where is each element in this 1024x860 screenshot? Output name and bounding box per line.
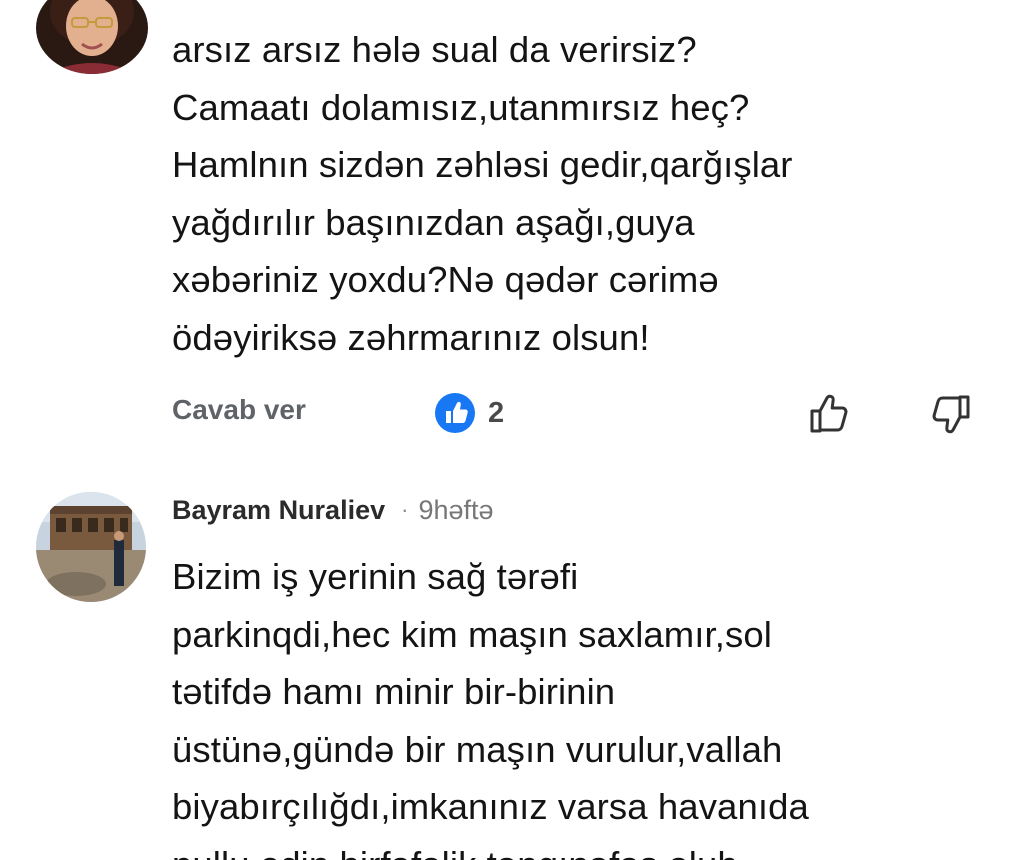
comment-timestamp: 9həftə <box>418 494 494 525</box>
comment-line: Camaatı dolamısız,utanmırsız heç? <box>172 86 750 128</box>
comment-line: biyabırçılığdı,imkanınız varsa havanıda <box>172 786 809 827</box>
commenter-avatar[interactable] <box>36 492 146 602</box>
comment-line: Hamlnın sizdən zəhləsi gedir,qarğışlar <box>172 144 793 185</box>
comment-line: ödəyiriksə zəhrmarınız olsun! <box>172 316 650 358</box>
author-name[interactable]: Bayram Nuraliev <box>172 495 385 526</box>
comment-line: pullu edin,birfəfəlik təngınəfəs oluh <box>172 836 809 860</box>
thumbs-up-outline-icon[interactable] <box>806 390 854 438</box>
comment-text: Bizim iş yerinin sağ tərəfi parkinqdi,he… <box>172 548 809 860</box>
like-count-badge: 2 <box>434 392 504 434</box>
comment-line: xəbəriniz yoxdu?Nə qədər cərimə <box>172 259 719 300</box>
comment-line: yağdırılır başınızdan aşağı,guya <box>172 201 695 243</box>
avatar-photo <box>36 0 148 74</box>
comment-line: tətifdə hamı minir bir-birinin <box>172 671 616 712</box>
comment-actions: Cavab ver 2 <box>0 388 1024 444</box>
comment-line: arsız arsız hələ sual da verirsiz? <box>172 29 697 70</box>
commenter-avatar[interactable] <box>36 0 148 74</box>
comment-line: parkinqdi,hec kim maşın saxlamır,sol <box>172 613 772 655</box>
comment-text: arsız arsız hələ sual da verirsiz? Camaa… <box>172 21 793 366</box>
separator-dot: · <box>401 497 409 522</box>
comments-page: arsız arsız hələ sual da verirsiz? Camaa… <box>0 0 1024 860</box>
comment-line: üstünə,gündə bir maşın vurulur,vallah <box>172 728 783 770</box>
comment-header: Bayram Nuraliev · 9həftə <box>172 490 494 530</box>
comment-line: Bizim iş yerinin sağ tərəfi <box>172 556 579 597</box>
avatar-photo <box>36 492 146 602</box>
thumbs-down-outline-icon[interactable] <box>926 390 974 438</box>
like-count: 2 <box>488 396 505 429</box>
thumbs-up-badge-icon <box>435 393 475 433</box>
reply-button[interactable]: Cavab ver <box>172 394 306 426</box>
